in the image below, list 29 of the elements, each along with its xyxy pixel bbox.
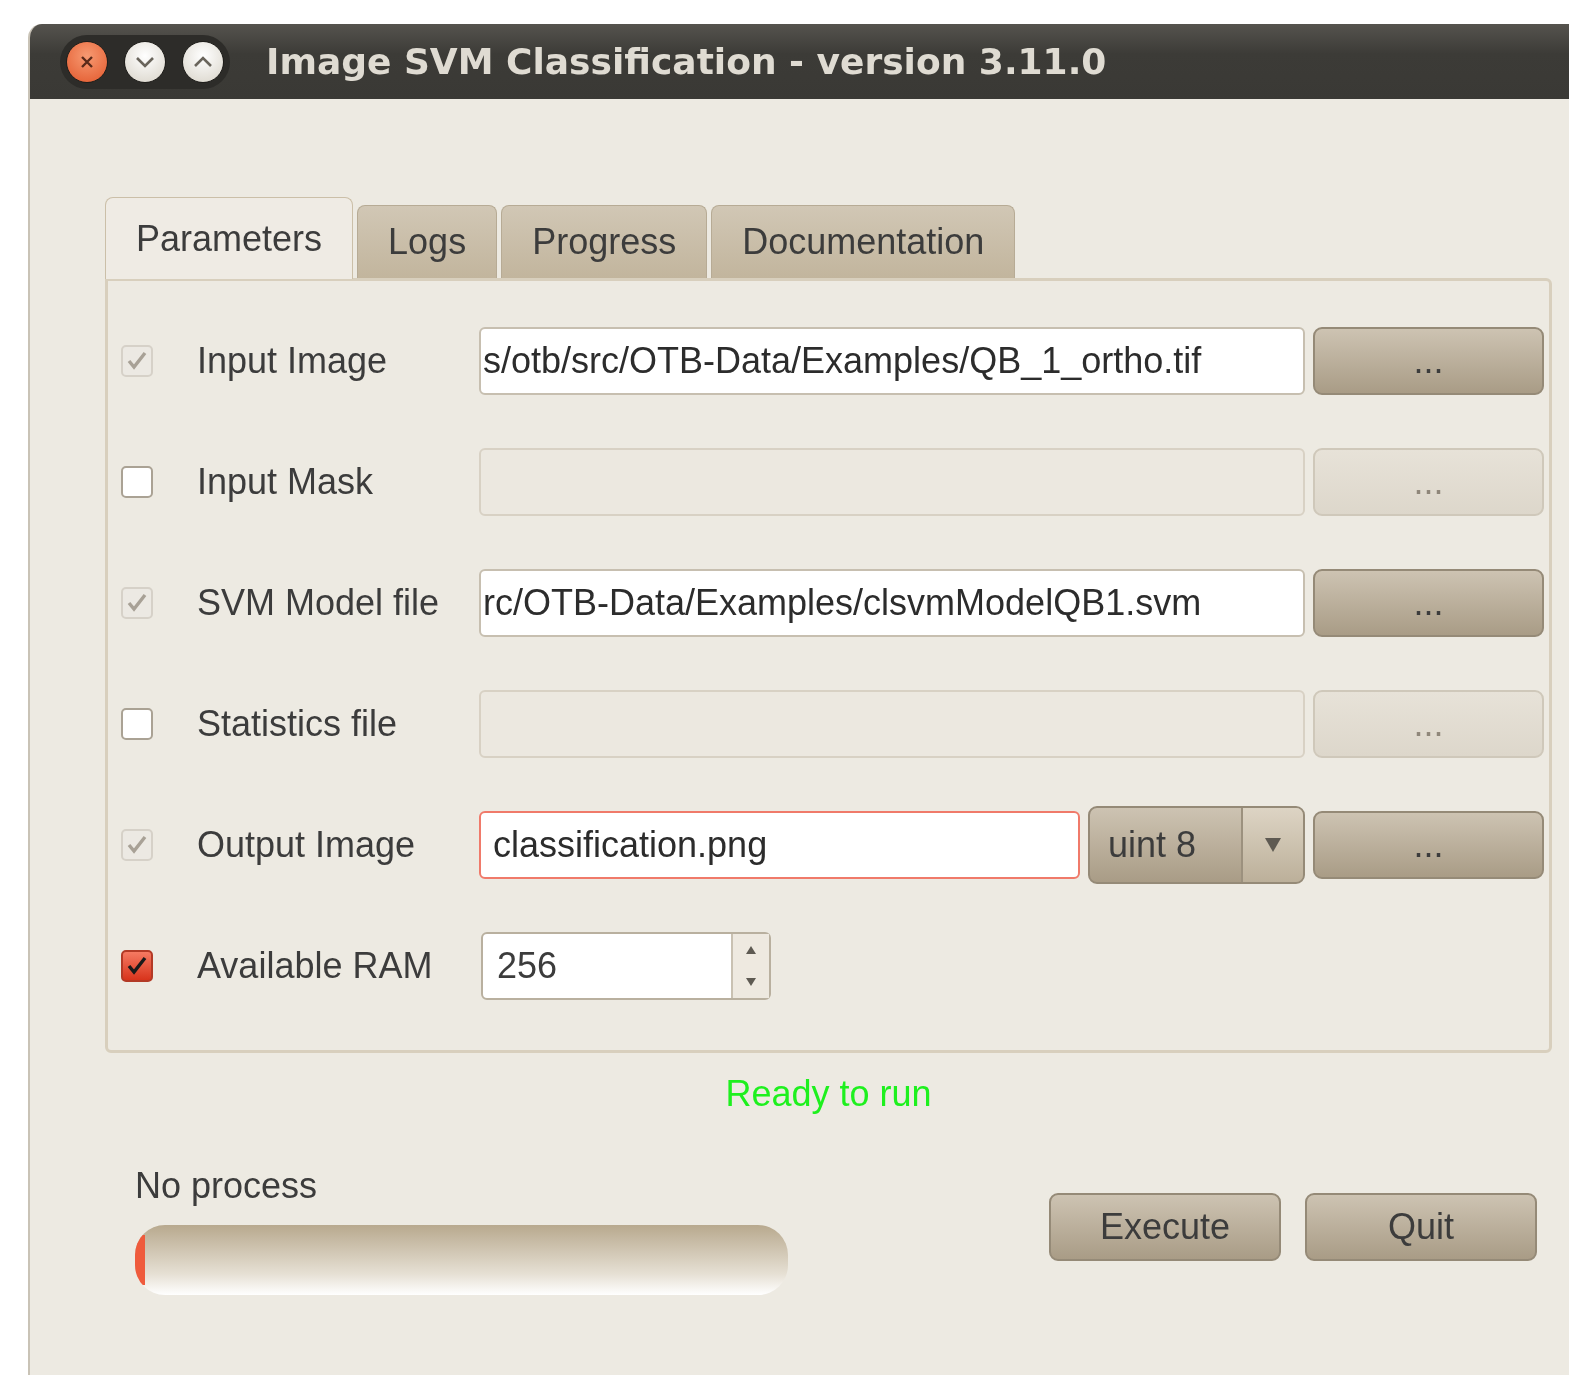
tab[interactable]: Parameters	[105, 197, 354, 279]
checkbox[interactable]	[121, 708, 153, 740]
chevron-up-icon	[192, 54, 214, 69]
minimize-button[interactable]	[124, 40, 166, 83]
parameter-label: SVM Model file	[197, 582, 441, 624]
spin-up-icon[interactable]	[744, 944, 758, 956]
chevron-down-icon	[134, 54, 156, 69]
tab[interactable]: Documentation	[711, 205, 1016, 278]
checkbox[interactable]	[121, 466, 153, 498]
path-field[interactable]	[479, 448, 1305, 516]
close-button[interactable]	[66, 40, 108, 83]
spin-down-icon[interactable]	[744, 976, 758, 988]
parameter-label: Statistics file	[197, 703, 399, 745]
dropdown-arrow-icon	[1263, 836, 1283, 854]
path-field[interactable]	[479, 690, 1305, 758]
tab[interactable]: Progress	[501, 205, 708, 278]
action-button[interactable]: Quit	[1305, 1193, 1537, 1261]
parameter-label: Available RAM	[197, 945, 434, 987]
progress-label: No process	[135, 1165, 319, 1207]
parameter-label: Input Mask	[197, 461, 375, 503]
number-spinbox[interactable]: 256	[481, 932, 771, 1000]
maximize-button[interactable]	[182, 40, 224, 83]
status-message: Ready to run	[724, 1073, 933, 1115]
parameter-label: Input Image	[197, 340, 389, 382]
window-title: Image SVM Classification - version 3.11.0	[266, 41, 1107, 82]
checkbox[interactable]	[121, 950, 153, 982]
tab[interactable]: Logs	[357, 205, 498, 278]
action-button[interactable]: Execute	[1049, 1193, 1281, 1261]
parameter-label: Output Image	[197, 824, 417, 866]
